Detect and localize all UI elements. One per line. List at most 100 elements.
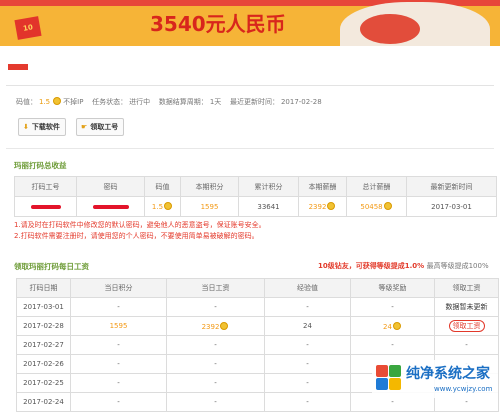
exp-cell: - (264, 354, 351, 374)
header-cell: 最新更新时间 (406, 176, 497, 197)
date-cell: 2017-03-01 (16, 297, 71, 317)
coin-icon (327, 202, 336, 210)
bonus-cell: - (350, 335, 435, 355)
header-cell: 经验值 (264, 278, 351, 298)
level-annotation-main: 10级钻友，可获得等级提成1.0% (318, 262, 425, 270)
data-pending-label: 数据暂未更新 (445, 303, 488, 311)
points-cell: 1595 (180, 196, 239, 217)
header-cell: 当日工资 (166, 278, 265, 298)
header-cell: 等级奖励 (350, 278, 435, 298)
points-cell: - (70, 373, 167, 393)
points-cell: - (70, 335, 167, 355)
table-row: 2017-03-01 - - - - 数据暂未更新 (16, 297, 499, 317)
date-cell: 2017-02-26 (16, 354, 71, 374)
coin-icon (383, 202, 392, 210)
updated-label: 最近更新时间： (229, 98, 279, 106)
banner-headline: 3540元人民币 (150, 12, 286, 36)
summary-header-row: 打码工号 密码 码值 本期积分 累计积分 本期薪酬 总计薪酬 最新更新时间 (14, 176, 497, 197)
red-envelope-icon: 10 (14, 16, 42, 40)
exp-cell: - (264, 297, 351, 317)
promo-banner[interactable]: 10 3540元人民币 (0, 0, 500, 46)
action-cell: - (434, 335, 499, 355)
hand-icon: ☛ (81, 123, 88, 131)
wage-cell: - (166, 297, 265, 317)
divider (6, 85, 494, 86)
site-watermark: 纯净系统之家 www.ycwjzy.com (372, 360, 498, 398)
exp-cell: - (264, 373, 351, 393)
date-cell: 2017-02-28 (16, 316, 71, 336)
watermark-url: www.ycwjzy.com (434, 385, 493, 393)
rate-label: 码值： (16, 98, 37, 106)
updated-cell: 2017-03-01 (406, 196, 497, 217)
summary-table: 打码工号 密码 码值 本期积分 累计积分 本期薪酬 总计薪酬 最新更新时间 1.… (14, 176, 497, 217)
windows-logo-icon (374, 363, 402, 391)
download-label: 下载软件 (31, 123, 60, 131)
coin-icon (392, 321, 401, 330)
header-cell: 密码 (76, 176, 145, 197)
exp-cell: 24 (264, 316, 351, 336)
no-ip-label: 不掉IP (63, 98, 84, 106)
header-cell: 当日积分 (70, 278, 167, 298)
updated-value: 2017-02-28 (280, 98, 322, 106)
points-cell: 1595 (70, 316, 167, 336)
task-meta: 码值： 1.5 不掉IP 任务状态： 进行中 数据结算周期： 1天 最近更新时间： 201… (16, 97, 324, 107)
header-cell: 总计薪酬 (346, 176, 407, 197)
bonus-cell: 24 (350, 316, 435, 336)
exp-cell: - (264, 335, 351, 355)
date-cell: 2017-02-27 (16, 335, 71, 355)
level-annotation-tail: 最高等级提成100% (426, 262, 489, 270)
header-cell: 本期积分 (180, 176, 239, 197)
coin-icon (164, 202, 173, 210)
period-value: 1天 (209, 98, 222, 106)
note-2: 2.打码软件需要注册时，请使用您的个人密码，不要使用简单易被破解的密码。 (14, 232, 259, 240)
banner-character-face (360, 14, 420, 44)
claim-account-label: 领取工号 (90, 123, 119, 131)
security-notes: 1.请及时在打码软件中修改您的默认密码，避免他人的恶意盗号，保证账号安全。 2.… (14, 220, 266, 242)
rate-value: 1.5 (39, 98, 51, 106)
wage-cell: - (166, 354, 265, 374)
password-redacted (76, 196, 145, 217)
wage-cell: 2392 (166, 316, 265, 336)
summary-row: 1.5 1595 33641 2392 50458 2017-03-01 (14, 196, 497, 217)
coin-icon (220, 321, 229, 330)
status-label: 任务状态： (92, 98, 128, 106)
divider (6, 148, 494, 149)
watermark-title: 纯净系统之家 (406, 366, 490, 382)
rate-cell: 1.5 (144, 196, 181, 217)
summary-title: 玛丽打码总收益 (14, 161, 67, 170)
table-row: 2017-02-28 1595 2392 24 24 领取工资 (16, 316, 499, 336)
points-cell: - (70, 297, 167, 317)
action-cell: 数据暂未更新 (434, 297, 499, 317)
action-cell: 领取工资 (434, 316, 499, 336)
header-cell: 本期薪酬 (298, 176, 347, 197)
account-id-redacted (14, 196, 77, 217)
total-points-cell: 33641 (238, 196, 299, 217)
coin-icon (53, 97, 62, 105)
points-cell: - (70, 354, 167, 374)
note-1: 1.请及时在打码软件中修改您的默认密码，避免他人的恶意盗号，保证账号安全。 (14, 221, 266, 229)
bonus-cell: - (350, 297, 435, 317)
header-cell: 打码日期 (16, 278, 71, 298)
date-cell: 2017-02-24 (16, 392, 71, 412)
status-value: 进行中 (129, 98, 151, 106)
download-icon: ⬇ (23, 123, 29, 131)
table-row: 2017-02-27 - - - - - (16, 335, 499, 355)
exp-cell: - (264, 392, 351, 412)
level-annotation: 10级钻友，可获得等级提成1.0% 最高等级提成100% (318, 261, 489, 271)
wage-cell: - (166, 335, 265, 355)
points-cell: - (70, 392, 167, 412)
daily-header-row: 打码日期 当日积分 当日工资 经验值 等级奖励 领取工资 (16, 278, 499, 298)
daily-wage-title: 领取玛丽打码每日工资 (14, 262, 89, 271)
claim-account-button[interactable]: ☛ 领取工号 (76, 118, 125, 136)
date-cell: 2017-02-25 (16, 373, 71, 393)
header-cell: 打码工号 (14, 176, 77, 197)
header-cell: 累计积分 (238, 176, 299, 197)
claim-wage-button[interactable]: 领取工资 (448, 320, 485, 332)
wage-cell: - (166, 392, 265, 412)
period-label: 数据结算周期： (158, 98, 208, 106)
wage-cell: - (166, 373, 265, 393)
pay-cell: 2392 (298, 196, 347, 217)
redacted-task-title (8, 64, 28, 70)
header-cell: 领取工资 (434, 278, 499, 298)
download-software-button[interactable]: ⬇ 下载软件 (18, 118, 66, 136)
